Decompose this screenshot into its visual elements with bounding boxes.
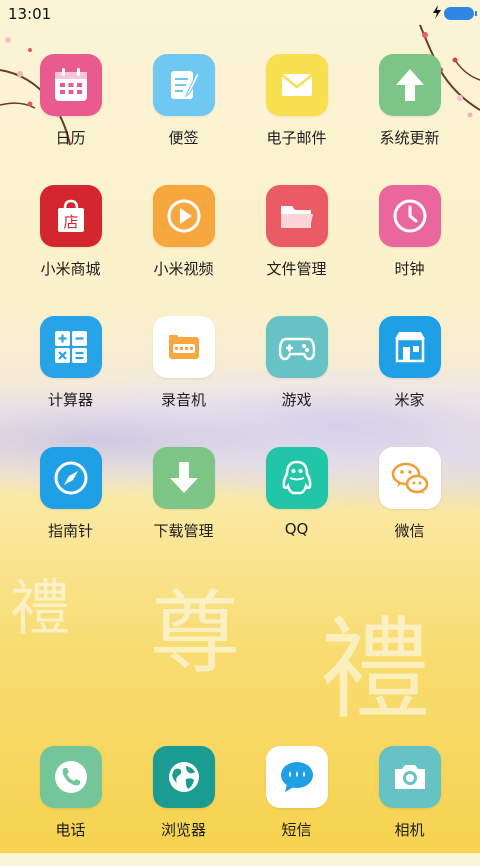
store-bag-icon: 店 — [39, 185, 102, 247]
calendar-icon — [39, 54, 102, 116]
mail-icon — [265, 54, 328, 116]
app-label: 米家 — [394, 391, 425, 409]
clock-icon — [378, 185, 441, 247]
calculator-icon — [39, 316, 102, 378]
app-label: 计算器 — [47, 391, 93, 409]
app-phone[interactable]: 电话 — [14, 746, 127, 866]
app-label: 时钟 — [394, 260, 425, 278]
wallpaper-calligraphy: 禮 — [10, 574, 70, 644]
app-messages[interactable]: 短信 — [240, 746, 353, 866]
download-icon — [152, 447, 215, 509]
status-time: 13:01 — [8, 5, 52, 23]
app-mi-video[interactable]: 小米视频 — [127, 185, 240, 305]
app-label: 下载管理 — [153, 522, 214, 540]
app-qq[interactable]: QQ — [240, 447, 353, 567]
app-clock[interactable]: 时钟 — [353, 185, 466, 305]
compass-icon — [39, 447, 102, 509]
app-wechat[interactable]: 微信 — [353, 447, 466, 567]
folder-icon — [265, 185, 328, 247]
qq-penguin-icon — [265, 447, 328, 509]
app-label: 电子邮件 — [266, 129, 327, 147]
app-label: 浏览器 — [160, 821, 206, 839]
app-label: 小米视频 — [153, 260, 214, 278]
camera-icon — [378, 746, 441, 808]
status-bar: 13:01 — [0, 0, 480, 28]
wallpaper-calligraphy: 尊 — [150, 581, 240, 686]
home-shop-icon — [378, 316, 441, 378]
notes-icon — [152, 54, 215, 116]
app-file-manager[interactable]: 文件管理 — [240, 185, 353, 305]
app-browser[interactable]: 浏览器 — [127, 746, 240, 866]
app-label: 短信 — [281, 821, 312, 839]
charging-icon — [433, 5, 441, 19]
app-label: 相机 — [394, 821, 425, 839]
app-calculator[interactable]: 计算器 — [14, 316, 127, 436]
app-mi-store[interactable]: 店 小米商城 — [14, 185, 127, 305]
app-calendar[interactable]: 日历 — [14, 54, 127, 174]
app-recorder[interactable]: 录音机 — [127, 316, 240, 436]
app-notes[interactable]: 便签 — [127, 54, 240, 174]
app-label: 便签 — [168, 129, 199, 147]
app-system-update[interactable]: 系统更新 — [353, 54, 466, 174]
phone-icon — [39, 746, 102, 808]
app-label: 文件管理 — [266, 260, 327, 278]
message-icon — [265, 746, 328, 808]
app-downloads[interactable]: 下载管理 — [127, 447, 240, 567]
wallpaper-calligraphy: 禮 — [320, 606, 430, 734]
recorder-icon — [152, 316, 215, 378]
update-arrow-icon — [378, 54, 441, 116]
app-label: 游戏 — [281, 391, 312, 409]
app-mi-home[interactable]: 米家 — [353, 316, 466, 436]
app-email[interactable]: 电子邮件 — [240, 54, 353, 174]
app-label: 指南针 — [47, 522, 93, 540]
globe-icon — [152, 746, 215, 808]
gamepad-icon — [265, 316, 328, 378]
app-label: 系统更新 — [379, 129, 440, 147]
app-label: 小米商城 — [40, 260, 101, 278]
wechat-icon — [378, 447, 441, 509]
app-label: 微信 — [394, 522, 425, 540]
app-label: 录音机 — [160, 391, 206, 409]
app-label: 电话 — [55, 821, 86, 839]
play-icon — [152, 185, 215, 247]
app-label: 日历 — [55, 129, 86, 147]
store-glyph: 店 — [63, 213, 78, 231]
app-camera[interactable]: 相机 — [353, 746, 466, 866]
battery-icon — [444, 7, 477, 20]
app-games[interactable]: 游戏 — [240, 316, 353, 436]
app-label: QQ — [284, 520, 309, 538]
app-compass[interactable]: 指南针 — [14, 447, 127, 567]
